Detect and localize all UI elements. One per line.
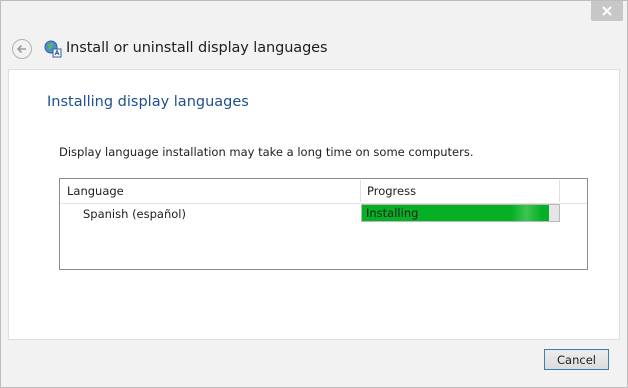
- column-header-language[interactable]: Language: [67, 184, 124, 198]
- back-button[interactable]: [12, 39, 32, 59]
- table-header: Language Progress: [60, 179, 587, 204]
- title-bar: Install or uninstall display languages: [1, 1, 627, 69]
- row-language-name: Spanish (español): [83, 207, 186, 221]
- dialog-window: Install or uninstall display languages I…: [0, 0, 628, 388]
- column-header-progress[interactable]: Progress: [367, 184, 416, 198]
- column-separator[interactable]: [360, 180, 361, 202]
- language-table: Language Progress Spanish (español) Inst…: [59, 178, 588, 270]
- column-separator[interactable]: [559, 180, 560, 202]
- cancel-button[interactable]: Cancel: [544, 349, 609, 370]
- globe-language-icon: [44, 40, 62, 58]
- window-title: Install or uninstall display languages: [66, 40, 328, 56]
- close-button[interactable]: [591, 1, 623, 21]
- description-text: Display language installation may take a…: [59, 145, 474, 159]
- back-arrow-icon: [16, 44, 26, 54]
- content-panel: Installing display languages Display lan…: [8, 69, 620, 340]
- progress-status-label: Installing: [366, 206, 419, 220]
- page-heading: Installing display languages: [47, 94, 249, 110]
- close-icon: [602, 6, 612, 16]
- install-progress-bar: Installing: [361, 204, 560, 222]
